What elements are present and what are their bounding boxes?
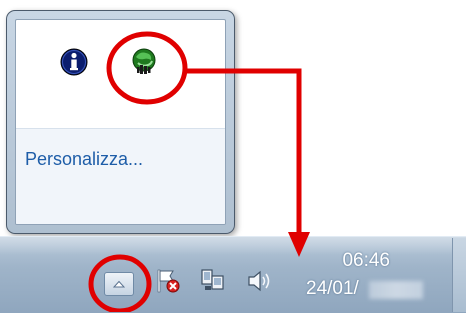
- annotation-arrowhead: [288, 232, 310, 257]
- annotation-overlay: [88, 31, 310, 312]
- highlight-circle-show-hidden: [88, 254, 152, 312]
- annotation-arrow-line: [186, 68, 302, 236]
- highlight-circle-tray-app: [106, 31, 188, 105]
